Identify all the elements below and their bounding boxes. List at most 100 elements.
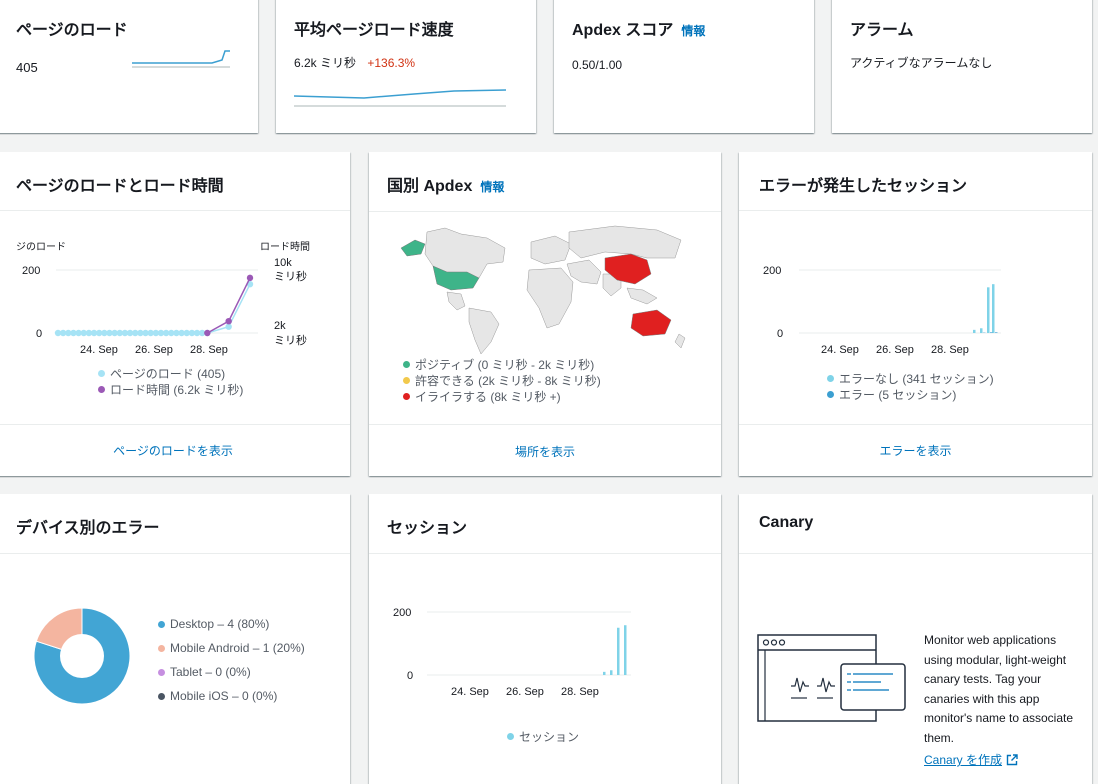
loads-chart-y-right-tick-10k: 10k <box>274 257 292 269</box>
apdex-info-link[interactable]: 情報 <box>681 22 705 39</box>
error-sessions-card: エラーが発生したセッション 200 0 24. Sep 26. Sep 28. … <box>739 152 1092 476</box>
loads-chart: ジのロード ロード時間 200 0 10k ミリ秒 2k ミリ秒 24. Sep… <box>0 236 350 386</box>
alarms-title: アラーム <box>850 16 914 40</box>
error-sessions-marks <box>973 284 998 333</box>
device-errors-donut <box>32 606 132 706</box>
legend-ios[interactable]: Mobile iOS – 0 (0%) <box>158 684 305 708</box>
error-sessions-y-tick-200: 200 <box>763 265 781 277</box>
legend-tablet[interactable]: Tablet – 0 (0%) <box>158 660 305 684</box>
error-sessions-title: エラーが発生したセッション <box>759 172 967 196</box>
apdex-map-title: 国別 Apdex <box>387 172 472 196</box>
legend-frustrating[interactable]: イライラする (8k ミリ秒 +) <box>403 388 601 404</box>
error-sessions-bar <box>987 287 990 333</box>
create-canary-link[interactable]: Canary を作成 <box>924 751 1018 768</box>
avg-load-value-row: 6.2k ミリ秒 +136.3% <box>294 54 415 71</box>
create-canary-label: Canary を作成 <box>924 751 1002 768</box>
error-sessions-bar <box>995 332 998 333</box>
error-sessions-legend: エラーなし (341 セッション) エラー (5 セッション) <box>827 370 994 402</box>
legend-page-loads-label: ページのロード (405) <box>110 365 225 382</box>
canary-card: Canary Monitor web applications using mo… <box>739 494 1092 784</box>
legend-sessions-label: セッション <box>519 728 579 745</box>
legend-acceptable-label: 許容できる (2k ミリ秒 - 8k ミリ秒) <box>415 372 601 389</box>
loads-point <box>225 324 231 330</box>
legend-frustrating-label: イライラする (8k ミリ秒 +) <box>415 388 561 405</box>
canary-illustration <box>757 634 907 726</box>
legend-positive[interactable]: ポジティブ (0 ミリ秒 - 2k ミリ秒) <box>403 356 601 372</box>
legend-page-loads[interactable]: ページのロード (405) <box>98 365 243 381</box>
alarms-card: アラーム アクティブなアラームなし <box>832 0 1092 133</box>
error-sessions-bar <box>980 328 983 333</box>
sessions-bar <box>624 625 627 675</box>
avg-load-title: 平均ページロード速度 <box>294 16 454 40</box>
view-locations-link[interactable]: 場所を表示 <box>369 443 721 460</box>
error-sessions-x-tick-0: 24. Sep <box>821 344 859 356</box>
alarms-value: アクティブなアラームなし <box>850 54 992 71</box>
loads-chart-y-right-tick-10k-unit: ミリ秒 <box>274 269 307 283</box>
world-map <box>395 218 695 358</box>
load-time-point <box>204 330 210 336</box>
apdex-map-title-row: 国別 Apdex 情報 <box>387 172 504 196</box>
error-sessions-bar <box>992 284 995 333</box>
canary-description: Monitor web applications using modular, … <box>924 631 1076 749</box>
loads-chart-x-tick-0: 24. Sep <box>80 344 118 356</box>
page-loads-sparkline <box>132 46 232 72</box>
loads-chart-y-right-tick-2k: 2k <box>274 320 286 332</box>
apdex-map-info-link[interactable]: 情報 <box>480 178 504 195</box>
page-loads-card: ページのロード 405 <box>0 0 258 133</box>
avg-load-change: +136.3% <box>367 56 415 70</box>
loads-chart-legend: ページのロード (405) ロード時間 (6.2k ミリ秒) <box>98 365 243 397</box>
legend-error[interactable]: エラー (5 セッション) <box>827 386 994 402</box>
legend-error-label: エラー (5 セッション) <box>839 386 956 403</box>
sessions-x-tick-1: 26. Sep <box>506 686 544 698</box>
sessions-marks <box>603 625 627 675</box>
device-errors-title: デバイス別のエラー <box>16 514 160 538</box>
loads-chart-x-tick-2: 28. Sep <box>190 344 228 356</box>
legend-load-time[interactable]: ロード時間 (6.2k ミリ秒) <box>98 381 243 397</box>
apdex-title: Apdex スコア <box>572 16 673 40</box>
legend-desktop[interactable]: Desktop – 4 (80%) <box>158 612 305 636</box>
avg-load-value: 6.2k ミリ秒 <box>294 56 356 70</box>
error-sessions-y-tick-0: 0 <box>777 328 783 340</box>
view-page-loads-link[interactable]: ページのロードを表示 <box>0 442 350 459</box>
sessions-chart: 200 0 24. Sep 26. Sep 28. Sep <box>369 594 721 704</box>
sessions-y-tick-200: 200 <box>393 607 411 619</box>
apdex-value: 0.50/1.00 <box>572 58 622 72</box>
loads-chart-title: ページのロードとロード時間 <box>16 172 224 196</box>
loads-chart-y-right-label: ロード時間 <box>260 241 310 253</box>
legend-positive-label: ポジティブ (0 ミリ秒 - 2k ミリ秒) <box>415 356 594 373</box>
legend-acceptable[interactable]: 許容できる (2k ミリ秒 - 8k ミリ秒) <box>403 372 601 388</box>
apdex-map-legend: ポジティブ (0 ミリ秒 - 2k ミリ秒) 許容できる (2k ミリ秒 - 8… <box>403 356 601 404</box>
external-link-icon <box>1006 754 1018 766</box>
view-errors-link[interactable]: エラーを表示 <box>739 442 1092 459</box>
sessions-x-tick-2: 28. Sep <box>561 686 599 698</box>
legend-load-time-label: ロード時間 (6.2k ミリ秒) <box>110 381 243 398</box>
avg-load-sparkline <box>294 86 509 112</box>
sessions-title: セッション <box>387 514 467 538</box>
sessions-y-tick-0: 0 <box>407 670 413 682</box>
loads-chart-marks <box>55 275 253 337</box>
legend-android[interactable]: Mobile Android – 1 (20%) <box>158 636 305 660</box>
canary-title: Canary <box>759 514 813 532</box>
legend-android-label: Mobile Android – 1 (20%) <box>170 641 305 655</box>
error-sessions-bar <box>973 330 976 333</box>
error-sessions-x-tick-2: 28. Sep <box>931 344 969 356</box>
load-time-point <box>225 318 231 324</box>
loads-chart-card: ページのロードとロード時間 ジのロード ロード時間 200 0 10k ミリ秒 … <box>0 152 350 476</box>
legend-no-error[interactable]: エラーなし (341 セッション) <box>827 370 994 386</box>
legend-no-error-label: エラーなし (341 セッション) <box>839 370 994 387</box>
legend-sessions[interactable]: セッション <box>507 728 579 744</box>
sessions-legend: セッション <box>507 728 579 744</box>
error-sessions-bar <box>990 332 993 333</box>
apdex-card: Apdex スコア 情報 0.50/1.00 <box>554 0 814 133</box>
sessions-x-tick-0: 24. Sep <box>451 686 489 698</box>
avg-load-card: 平均ページロード速度 6.2k ミリ秒 +136.3% <box>276 0 536 133</box>
page-loads-value: 405 <box>16 60 38 75</box>
loads-chart-y-right-tick-2k-unit: ミリ秒 <box>274 333 307 347</box>
device-errors-card: デバイス別のエラー Desktop – 4 (80%) Mobile Andro… <box>0 494 350 784</box>
error-sessions-x-tick-1: 26. Sep <box>876 344 914 356</box>
legend-tablet-label: Tablet – 0 (0%) <box>170 665 251 679</box>
legend-desktop-label: Desktop – 4 (80%) <box>170 617 269 631</box>
loads-chart-y-left-label: ジのロード <box>16 242 66 253</box>
loads-chart-y-left-tick-0: 0 <box>36 328 42 340</box>
loads-chart-y-left-tick-200: 200 <box>22 265 40 277</box>
